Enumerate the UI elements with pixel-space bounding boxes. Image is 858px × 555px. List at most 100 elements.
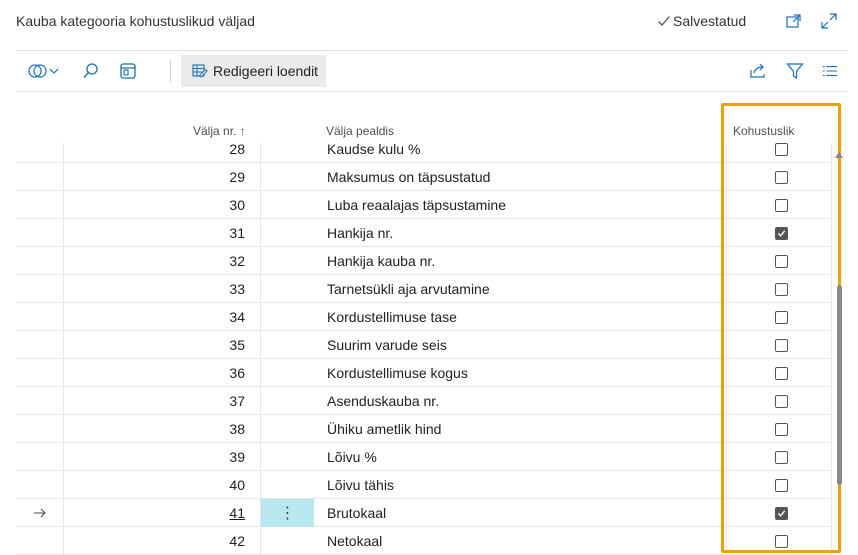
field-no-cell[interactable]: 29	[64, 163, 261, 191]
field-caption-cell: Kordustellimuse tase	[327, 309, 457, 325]
table-row[interactable]: 40 Lõivu tähis	[16, 471, 832, 499]
row-actions-cell[interactable]	[261, 331, 314, 359]
share-button[interactable]	[749, 62, 767, 80]
field-caption-cell: Hankija kauba nr.	[327, 253, 436, 269]
field-no-cell[interactable]: 33	[64, 275, 261, 303]
mandatory-checkbox[interactable]	[775, 479, 788, 492]
row-actions-cell[interactable]	[261, 275, 314, 303]
field-caption-cell: Asenduskauba nr.	[327, 393, 440, 409]
list-icon	[822, 66, 838, 76]
row-indicator-cell	[16, 499, 64, 527]
table-row[interactable]: 36 Kordustellimuse kogus	[16, 359, 832, 387]
title-bar: Kauba kategooria kohustuslikud väljad Sa…	[0, 0, 858, 44]
field-no-cell[interactable]: 36	[64, 359, 261, 387]
field-no-cell[interactable]: 37	[64, 387, 261, 415]
list-options-button[interactable]	[822, 62, 838, 80]
table-row[interactable]: 42 Netokaal	[16, 527, 832, 555]
edit-list-button[interactable]: Redigeeri loendit	[181, 55, 326, 87]
table-row[interactable]: 33 Tarnetsükli aja arvutamine	[16, 275, 832, 303]
mandatory-checkbox[interactable]	[775, 227, 788, 240]
field-no-cell[interactable]: 31	[64, 219, 261, 247]
saved-status-label: Salvestatud	[673, 13, 747, 29]
mandatory-checkbox[interactable]	[775, 339, 788, 352]
mandatory-checkbox[interactable]	[775, 311, 788, 324]
more-options-icon[interactable]: ⋮	[280, 503, 296, 523]
filter-pane-button[interactable]	[119, 62, 137, 80]
field-no-cell[interactable]: 35	[64, 331, 261, 359]
mandatory-checkbox[interactable]	[775, 451, 788, 464]
table-row[interactable]: 39 Lõivu %	[16, 443, 832, 471]
row-indicator-cell	[16, 143, 64, 163]
row-actions-cell[interactable]	[261, 143, 314, 163]
row-actions-cell[interactable]	[261, 359, 314, 387]
mandatory-checkbox[interactable]	[775, 143, 788, 156]
row-actions-cell[interactable]	[261, 163, 314, 191]
table-row[interactable]: 35 Suurim varude seis	[16, 331, 832, 359]
column-header-field-caption[interactable]: Välja pealdis	[326, 124, 394, 138]
table-row[interactable]: 32 Hankija kauba nr.	[16, 247, 832, 275]
table-row[interactable]: 38 Ühiku ametlik hind	[16, 415, 832, 443]
mandatory-checkbox[interactable]	[775, 283, 788, 296]
mandatory-checkbox[interactable]	[775, 423, 788, 436]
row-actions-cell[interactable]	[261, 303, 314, 331]
field-caption-cell: Luba reaalajas täpsustamine	[327, 197, 507, 213]
row-indicator-cell	[16, 359, 64, 387]
open-in-new-window-icon[interactable]	[785, 12, 803, 30]
table-row[interactable]: 30 Luba reaalajas täpsustamine	[16, 191, 832, 219]
edit-list-icon	[192, 64, 208, 78]
row-actions-cell[interactable]	[261, 247, 314, 275]
scroll-up-arrow-icon[interactable]	[835, 152, 843, 158]
mandatory-checkbox[interactable]	[775, 395, 788, 408]
row-indicator-cell	[16, 443, 64, 471]
action-bar-divider	[16, 91, 848, 92]
table-row[interactable]: 34 Kordustellimuse tase	[16, 303, 832, 331]
table-row[interactable]: 41 ⋮ Brutokaal	[16, 499, 832, 527]
row-actions-cell[interactable]	[261, 415, 314, 443]
mandatory-checkbox[interactable]	[775, 507, 788, 520]
saved-status: Salvestatud	[657, 13, 746, 29]
view-mode-button[interactable]	[28, 62, 62, 80]
row-actions-cell[interactable]	[261, 471, 314, 499]
action-bar: Redigeeri loendit	[16, 51, 848, 91]
field-no-cell[interactable]: 32	[64, 247, 261, 275]
field-no-cell[interactable]: 41	[64, 499, 261, 527]
field-no-cell[interactable]: 30	[64, 191, 261, 219]
field-caption-cell: Ühiku ametlik hind	[327, 421, 442, 437]
field-no-cell[interactable]: 28	[64, 143, 261, 163]
filter-button[interactable]	[786, 62, 804, 80]
mandatory-checkbox[interactable]	[775, 255, 788, 268]
field-no-cell[interactable]: 39	[64, 443, 261, 471]
field-no-cell[interactable]: 42	[64, 527, 261, 555]
vertical-scrollbar-thumb[interactable]	[837, 285, 842, 485]
filter-pane-icon	[120, 63, 136, 79]
table-row[interactable]: 29 Maksumus on täpsustatud	[16, 163, 832, 191]
table-row[interactable]: 31 Hankija nr.	[16, 219, 832, 247]
row-actions-cell[interactable]: ⋮	[261, 499, 314, 527]
row-actions-cell[interactable]	[261, 527, 314, 555]
mandatory-cell	[726, 387, 832, 415]
column-header-mandatory[interactable]: Kohustuslik	[733, 124, 794, 138]
field-no-cell[interactable]: 38	[64, 415, 261, 443]
column-header-field-no[interactable]: Välja nr. ↑	[193, 124, 246, 138]
mandatory-checkbox[interactable]	[775, 535, 788, 548]
mandatory-cell	[726, 303, 832, 331]
edit-list-label: Redigeeri loendit	[213, 63, 319, 79]
expand-icon[interactable]	[820, 12, 838, 30]
row-actions-cell[interactable]	[261, 219, 314, 247]
mandatory-cell	[726, 275, 832, 303]
mandatory-checkbox[interactable]	[775, 171, 788, 184]
share-icon	[750, 63, 765, 78]
field-no-cell[interactable]: 40	[64, 471, 261, 499]
current-row-arrow-icon	[33, 508, 46, 518]
search-button[interactable]	[82, 62, 100, 80]
row-actions-cell[interactable]	[261, 191, 314, 219]
mandatory-checkbox[interactable]	[775, 367, 788, 380]
field-no-cell[interactable]: 34	[64, 303, 261, 331]
mandatory-checkbox[interactable]	[775, 199, 788, 212]
row-actions-cell[interactable]	[261, 387, 314, 415]
row-indicator-cell	[16, 415, 64, 443]
row-actions-cell[interactable]	[261, 443, 314, 471]
table-row[interactable]: 28 Kaudse kulu %	[16, 143, 832, 163]
table-row[interactable]: 37 Asenduskauba nr.	[16, 387, 832, 415]
field-caption-cell: Kaudse kulu %	[327, 143, 421, 157]
